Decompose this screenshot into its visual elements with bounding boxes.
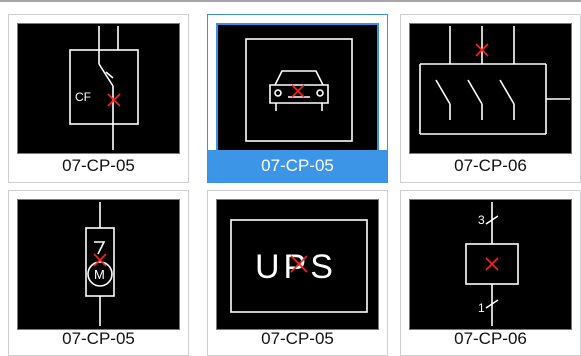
thumbnail-image: 3 1	[409, 199, 572, 330]
thumbnail-label: 07-CP-06	[454, 156, 527, 175]
thumbnail-image: M	[17, 199, 180, 330]
thumbnail-image	[216, 23, 379, 154]
thumbnail-label: 07-CP-06	[454, 329, 527, 348]
thumbnail-tile[interactable]: M 07-CP-05	[8, 190, 189, 356]
motor-symbol-icon: M	[85, 202, 115, 326]
circuit-breaker-symbol-icon: CF	[69, 26, 139, 150]
thumbnail-label: 07-CP-05	[62, 329, 135, 348]
top-mark: 3	[478, 213, 485, 227]
junction-box-symbol-icon: 3 1	[465, 202, 519, 326]
thumbnail-label: 07-CP-05	[62, 156, 135, 175]
three-pole-switch-symbol-icon	[419, 26, 570, 135]
car-charger-symbol-icon	[245, 38, 353, 142]
thumbnail-tile-selected[interactable]: 07-CP-05	[207, 14, 388, 183]
symbol-thumbnail-grid: CF 07-CP-05 07-CP-05 07-CP-06 M 07-CP-05…	[0, 0, 581, 356]
thumbnail-tile[interactable]: 07-CP-06	[400, 14, 581, 183]
thumbnail-label: 07-CP-05	[261, 329, 334, 348]
ups-symbol-icon: UPS	[230, 219, 368, 313]
thumbnail-image: UPS	[216, 199, 379, 330]
thumbnail-image: CF	[17, 23, 180, 154]
bottom-mark: 1	[478, 301, 485, 315]
thumbnail-tile[interactable]: 3 1 07-CP-06	[400, 190, 581, 356]
thumbnail-tile[interactable]: CF 07-CP-05	[8, 14, 189, 183]
thumbnail-tile[interactable]: UPS 07-CP-05	[207, 190, 388, 356]
motor-label: M	[94, 267, 105, 282]
thumbnail-label: 07-CP-05	[208, 150, 387, 182]
cf-label: CF	[75, 90, 91, 104]
thumbnail-image	[409, 23, 572, 154]
